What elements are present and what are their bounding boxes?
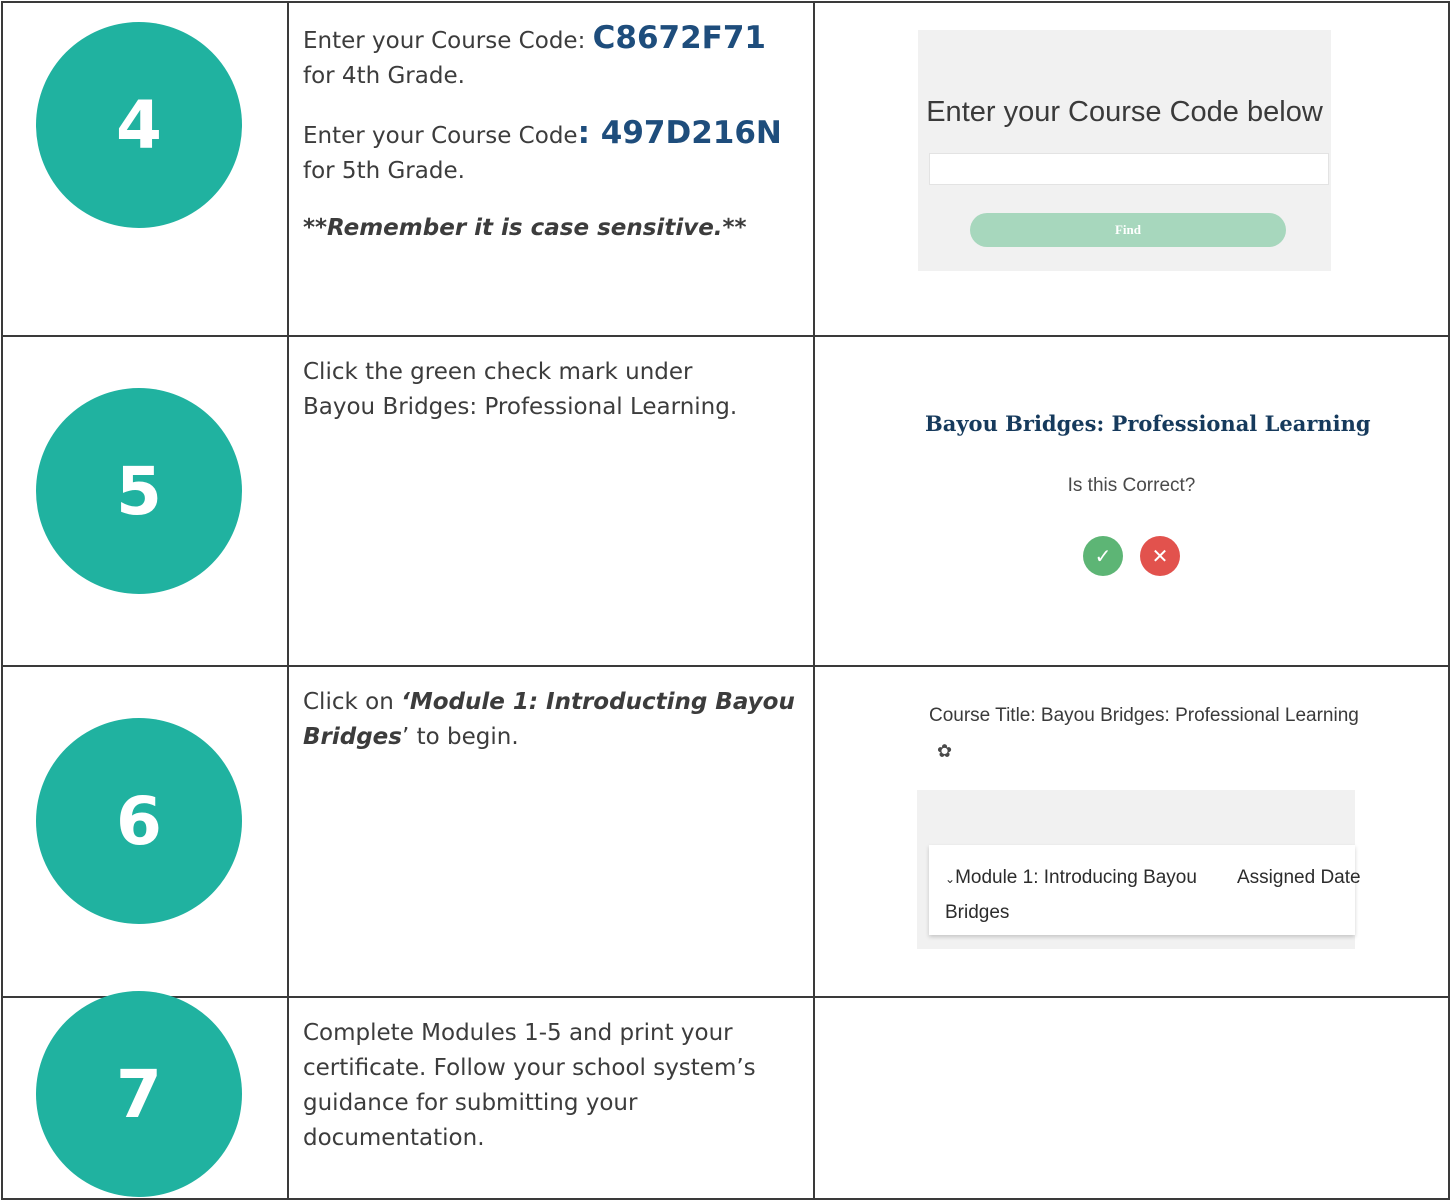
instruction-line: for 5th Grade. — [303, 158, 465, 184]
step-instructions: Complete Modules 1-5 and print your cert… — [287, 996, 815, 1200]
step-row-5: 5 Click the green check mark under Bayou… — [1, 335, 1450, 667]
find-button[interactable]: Find — [970, 213, 1286, 247]
assigned-date-header: Assigned Date — [1237, 867, 1361, 888]
step-number-badge: 6 — [36, 718, 242, 924]
step-number-badge: 4 — [36, 22, 242, 228]
check-icon: ✓ — [1094, 545, 1112, 568]
course-name: Bayou Bridges: Professional Learning — [925, 411, 1371, 436]
module-1-link[interactable]: ⌄Module 1: Introducing Bayou Bridges — [945, 861, 1215, 930]
instruction-table: 4 Enter your Course Code: C8672F71 for 4… — [1, 1, 1450, 1200]
gear-icon[interactable]: ✿ — [937, 741, 952, 762]
course-code-heading: Enter your Course Code below — [926, 96, 1323, 128]
step-number-cell: 5 — [1, 335, 289, 667]
step-screenshot-cell: Course Title: Bayou Bridges: Professiona… — [813, 665, 1450, 998]
module-title: Module 1: Introducing Bayou Bridges — [945, 867, 1197, 923]
instruction-line: Enter your Course Code: C8672F71 — [303, 21, 797, 59]
instruction-text: Enter your Course Code: — [303, 28, 593, 54]
step-row-4: 4 Enter your Course Code: C8672F71 for 4… — [1, 1, 1450, 337]
instruction-text: ’ to begin. — [401, 724, 519, 750]
step-screenshot-cell: Enter your Course Code below Find — [813, 1, 1450, 337]
instruction-line: Enter your Course Code: 497D216N — [303, 116, 797, 154]
step-number-badge: 5 — [36, 388, 242, 594]
instruction-line: for 4th Grade. — [303, 63, 465, 89]
case-sensitive-note: **Remember it is case sensitive.** — [303, 215, 747, 241]
step-instructions: Enter your Course Code: C8672F71 for 4th… — [287, 1, 815, 337]
instruction-text: Click on — [303, 689, 402, 715]
step-screenshot-cell: Bayou Bridges: Professional Learning Is … — [813, 335, 1450, 667]
step-number-cell: 4 — [1, 1, 289, 337]
step-number-cell: 7 — [1, 991, 289, 1200]
step-instructions: Click on ‘Module 1: Introducting Bayou B… — [287, 665, 815, 998]
step-screenshot-cell — [813, 996, 1450, 1200]
instruction-line: Click on ‘Module 1: Introducting Bayou B… — [303, 685, 797, 755]
step-number-badge: 7 — [36, 991, 242, 1197]
close-icon: ✕ — [1151, 545, 1169, 568]
module-panel: ⌄Module 1: Introducing Bayou Bridges Ass… — [917, 790, 1361, 949]
chevron-down-icon: ⌄ — [945, 872, 956, 886]
course-code: C8672F71 — [592, 20, 766, 56]
module-card[interactable]: ⌄Module 1: Introducing Bayou Bridges Ass… — [929, 845, 1361, 935]
course-code-screenshot: Enter your Course Code below Find — [918, 30, 1331, 271]
course-title: Course Title: Bayou Bridges: Professiona… — [929, 705, 1359, 726]
instruction-text: Complete Modules 1-5 and print your cert… — [303, 1020, 756, 1151]
instruction-text: Click the green check mark under Bayou B… — [303, 359, 738, 420]
confirm-question: Is this Correct? — [1067, 475, 1196, 496]
step-number-cell: 6 — [1, 665, 289, 998]
step-instructions: Click the green check mark under Bayou B… — [287, 335, 815, 667]
step-row-6: 6 Click on ‘Module 1: Introducting Bayou… — [1, 665, 1450, 998]
confirm-check-button[interactable]: ✓ — [1083, 536, 1123, 576]
cancel-x-button[interactable]: ✕ — [1140, 536, 1180, 576]
course-code: : 497D216N — [577, 115, 782, 151]
instruction-text: Enter your Course Code — [303, 123, 578, 149]
step-row-7: 7 Complete Modules 1-5 and print your ce… — [1, 991, 1450, 1200]
course-code-input[interactable] — [929, 153, 1329, 185]
